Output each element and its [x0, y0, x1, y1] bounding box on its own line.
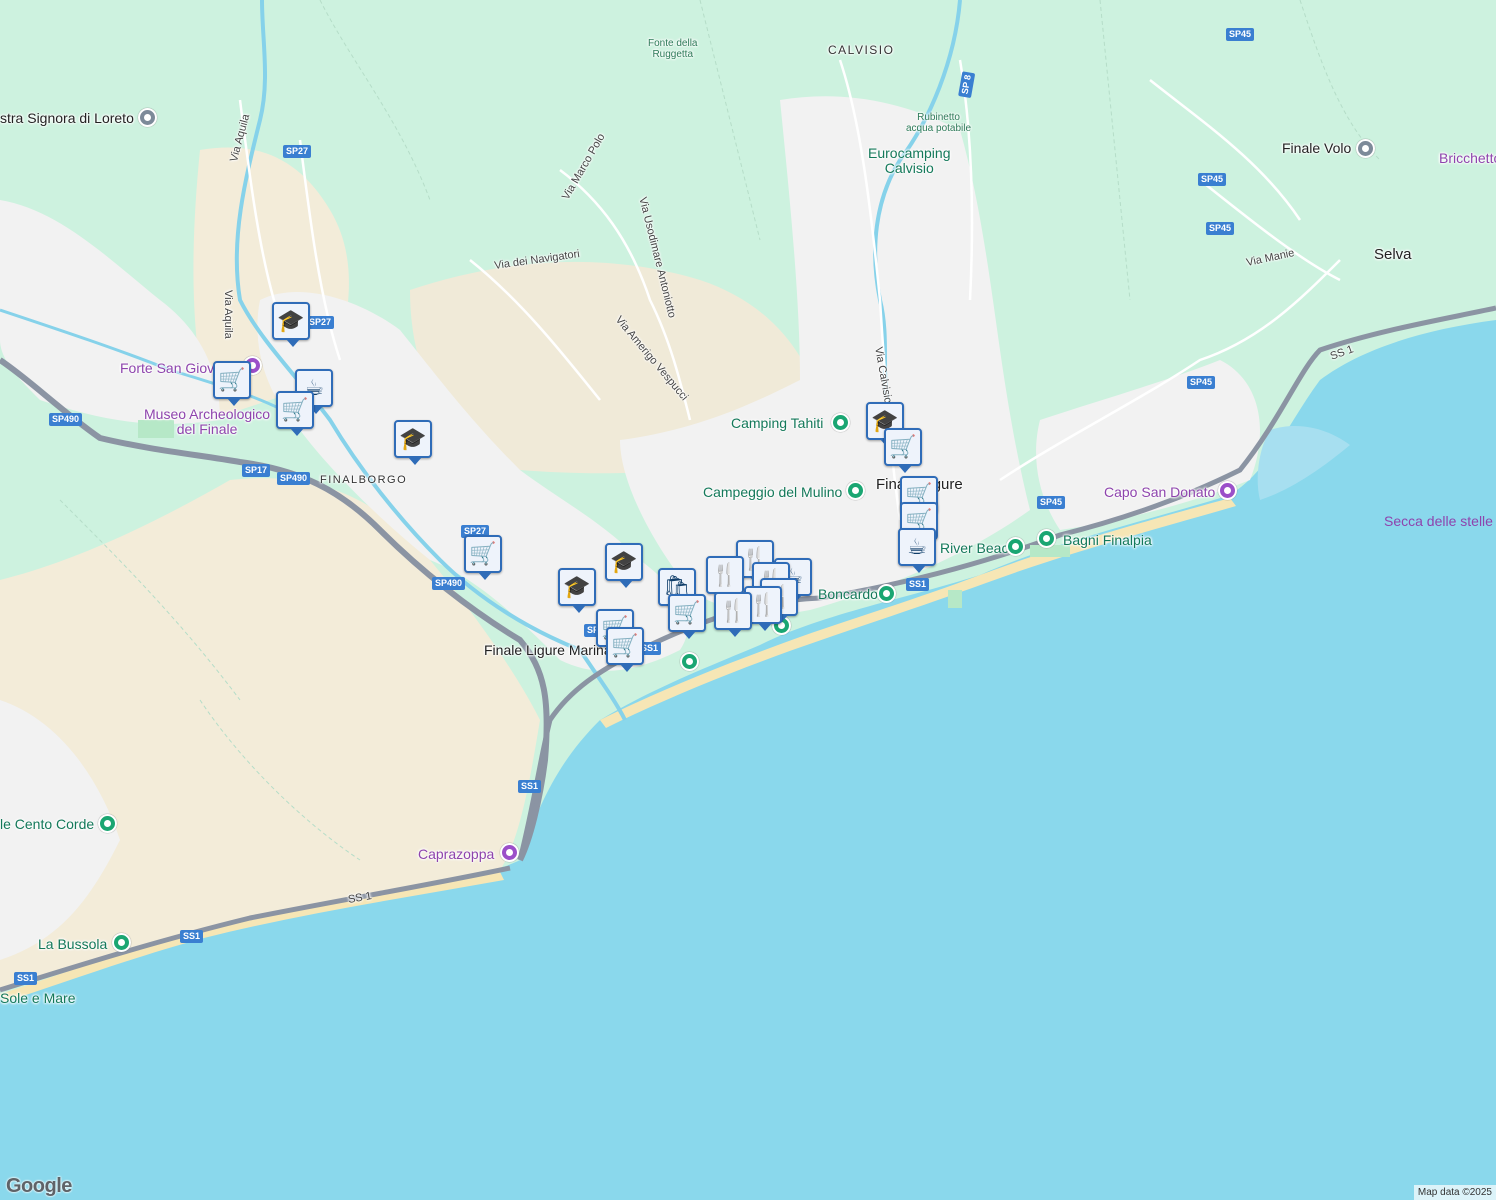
- cart-pin-icon[interactable]: 🛒: [884, 428, 922, 473]
- beach-icon[interactable]: [1006, 537, 1025, 556]
- shield-ss1: SS1: [906, 578, 930, 591]
- shield-ss1: SS1: [180, 930, 204, 943]
- shield-sp27: SP27: [306, 316, 335, 329]
- shield-sp17: SP17: [242, 464, 271, 477]
- beach-icon[interactable]: [112, 933, 131, 952]
- label-caprazoppa: Caprazoppa: [418, 846, 495, 862]
- shield-sp45: SP45: [1226, 28, 1255, 41]
- label-river-beach: River Beach: [940, 540, 1017, 556]
- campground-icon[interactable]: [831, 413, 850, 432]
- label-finale-marina: Finale Ligure Marina: [484, 642, 612, 658]
- label-secca: Secca delle stelle: [1384, 513, 1493, 529]
- beach-icon[interactable]: [98, 814, 117, 833]
- cup-pin-icon[interactable]: ☕: [898, 528, 936, 573]
- label-finale-volo: Finale Volo: [1282, 140, 1352, 156]
- google-logo: Google: [6, 1175, 72, 1197]
- shield-sp45: SP45: [1037, 496, 1066, 509]
- landmark-icon[interactable]: [1356, 139, 1375, 158]
- label-sole-e-mare: Sole e Mare: [0, 990, 76, 1006]
- shield-ss1: SS1: [14, 972, 38, 985]
- school-pin-icon[interactable]: 🎓: [558, 568, 596, 613]
- label-camping-tahiti: Camping Tahiti: [731, 415, 824, 431]
- school-pin-icon[interactable]: 🎓: [394, 420, 432, 465]
- school-pin-icon[interactable]: 🎓: [272, 302, 310, 347]
- shield-sp490: SP490: [277, 472, 311, 485]
- label-bricchetto: Bricchetto: [1439, 150, 1496, 166]
- label-finalborgo: FINALBORGO: [320, 474, 408, 486]
- label-rubinetto: Rubinetto acqua potabile: [906, 112, 972, 134]
- camera-icon[interactable]: [500, 843, 519, 862]
- cart-pin-icon[interactable]: 🛒: [276, 391, 314, 436]
- map-canvas[interactable]: CALVISIO Fonte della Ruggetta Rubinetto …: [0, 0, 1496, 1200]
- label-cento-corde: le Cento Corde: [0, 816, 95, 832]
- shield-sp27: SP27: [283, 145, 312, 158]
- label-calvisio: CALVISIO: [828, 43, 895, 57]
- beach-icon[interactable]: [1037, 529, 1056, 548]
- campground-icon[interactable]: [846, 481, 865, 500]
- school-pin-icon[interactable]: 🎓: [605, 543, 643, 588]
- park-2: [948, 590, 962, 608]
- label-bagni-finalpia: Bagni Finalpia: [1063, 532, 1152, 548]
- beach-icon[interactable]: [680, 652, 699, 671]
- label-fonte-ruggetta: Fonte della Ruggetta: [648, 38, 698, 60]
- label-la-bussola: La Bussola: [38, 936, 108, 952]
- label-capo-san-donato: Capo San Donato: [1104, 484, 1216, 500]
- cart-pin-icon[interactable]: 🛒: [464, 535, 502, 580]
- map-attribution[interactable]: Map data ©2025: [1413, 1185, 1496, 1200]
- church-icon[interactable]: [138, 108, 157, 127]
- shield-ss1: SS1: [518, 780, 542, 793]
- restaurant-pin-icon[interactable]: 🍴: [706, 556, 744, 601]
- cart-pin-icon[interactable]: 🛒: [213, 361, 251, 406]
- marina: [1257, 425, 1350, 500]
- shield-sp490: SP490: [49, 413, 83, 426]
- label-campeggio-mulino: Campeggio del Mulino: [703, 484, 843, 500]
- label-museo-archeologico: Museo Archeologico del Finale: [144, 406, 271, 437]
- cart-pin-icon[interactable]: 🛒: [606, 627, 644, 672]
- cart-pin-icon[interactable]: 🛒: [668, 594, 706, 639]
- beach-icon[interactable]: [877, 584, 896, 603]
- shield-sp45: SP45: [1198, 173, 1227, 186]
- shield-sp45: SP45: [1187, 376, 1216, 389]
- label-boncardo: Boncardo: [818, 586, 878, 602]
- label-selva: Selva: [1374, 246, 1412, 263]
- shield-sp490: SP490: [432, 577, 466, 590]
- label-via-aquila-2: Via Aquila: [222, 290, 234, 339]
- camera-icon[interactable]: [1218, 481, 1237, 500]
- label-signora-loreto: stra Signora di Loreto: [0, 110, 134, 126]
- shield-sp45: SP45: [1206, 222, 1235, 235]
- restaurant-pin-icon[interactable]: 🍴: [714, 592, 752, 637]
- label-eurocamping: Eurocamping Calvisio: [868, 145, 951, 176]
